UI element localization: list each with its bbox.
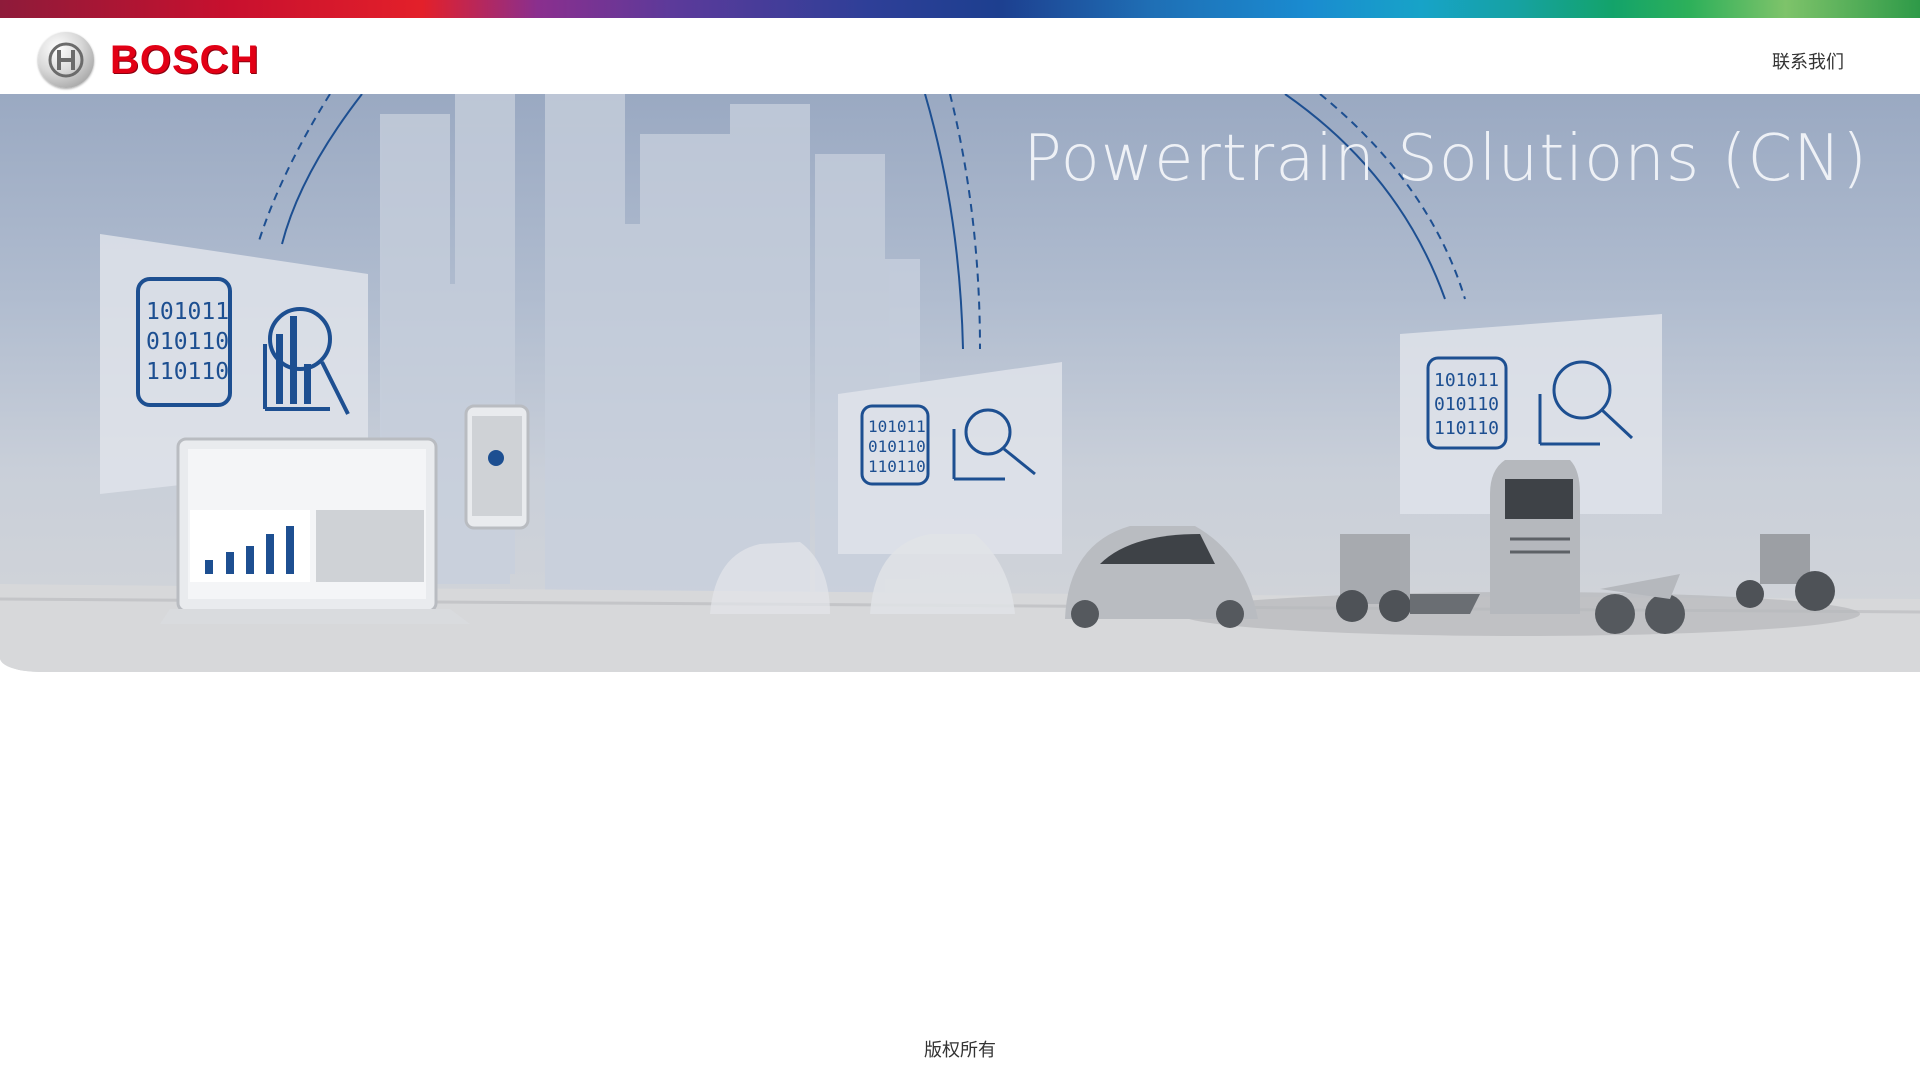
hero-title: Powertrain Solutions (CN): [1023, 122, 1868, 196]
site-header: BOSCH 联系我们: [0, 18, 1920, 94]
svg-text:110110: 110110: [1434, 418, 1499, 439]
bosch-armature-icon: [38, 32, 94, 88]
svg-text:101011: 101011: [1434, 370, 1499, 391]
top-color-stripe: [0, 0, 1920, 18]
bosch-logo[interactable]: BOSCH: [38, 30, 259, 90]
copyright-text: 版权所有: [924, 1040, 996, 1061]
hero-banner: 101011 010110 110110 101011 010110 11011…: [0, 94, 1920, 672]
svg-text:110110: 110110: [146, 359, 229, 385]
contact-us-link[interactable]: 联系我们: [1772, 48, 1844, 74]
svg-text:010110: 010110: [1434, 394, 1499, 415]
site-footer: 版权所有: [0, 1036, 1920, 1062]
svg-text:101011: 101011: [146, 299, 229, 325]
svg-text:010110: 010110: [868, 437, 926, 456]
svg-text:110110: 110110: [868, 457, 926, 476]
brand-wordmark: BOSCH: [110, 37, 260, 82]
svg-text:010110: 010110: [146, 329, 229, 355]
svg-text:101011: 101011: [868, 417, 926, 436]
